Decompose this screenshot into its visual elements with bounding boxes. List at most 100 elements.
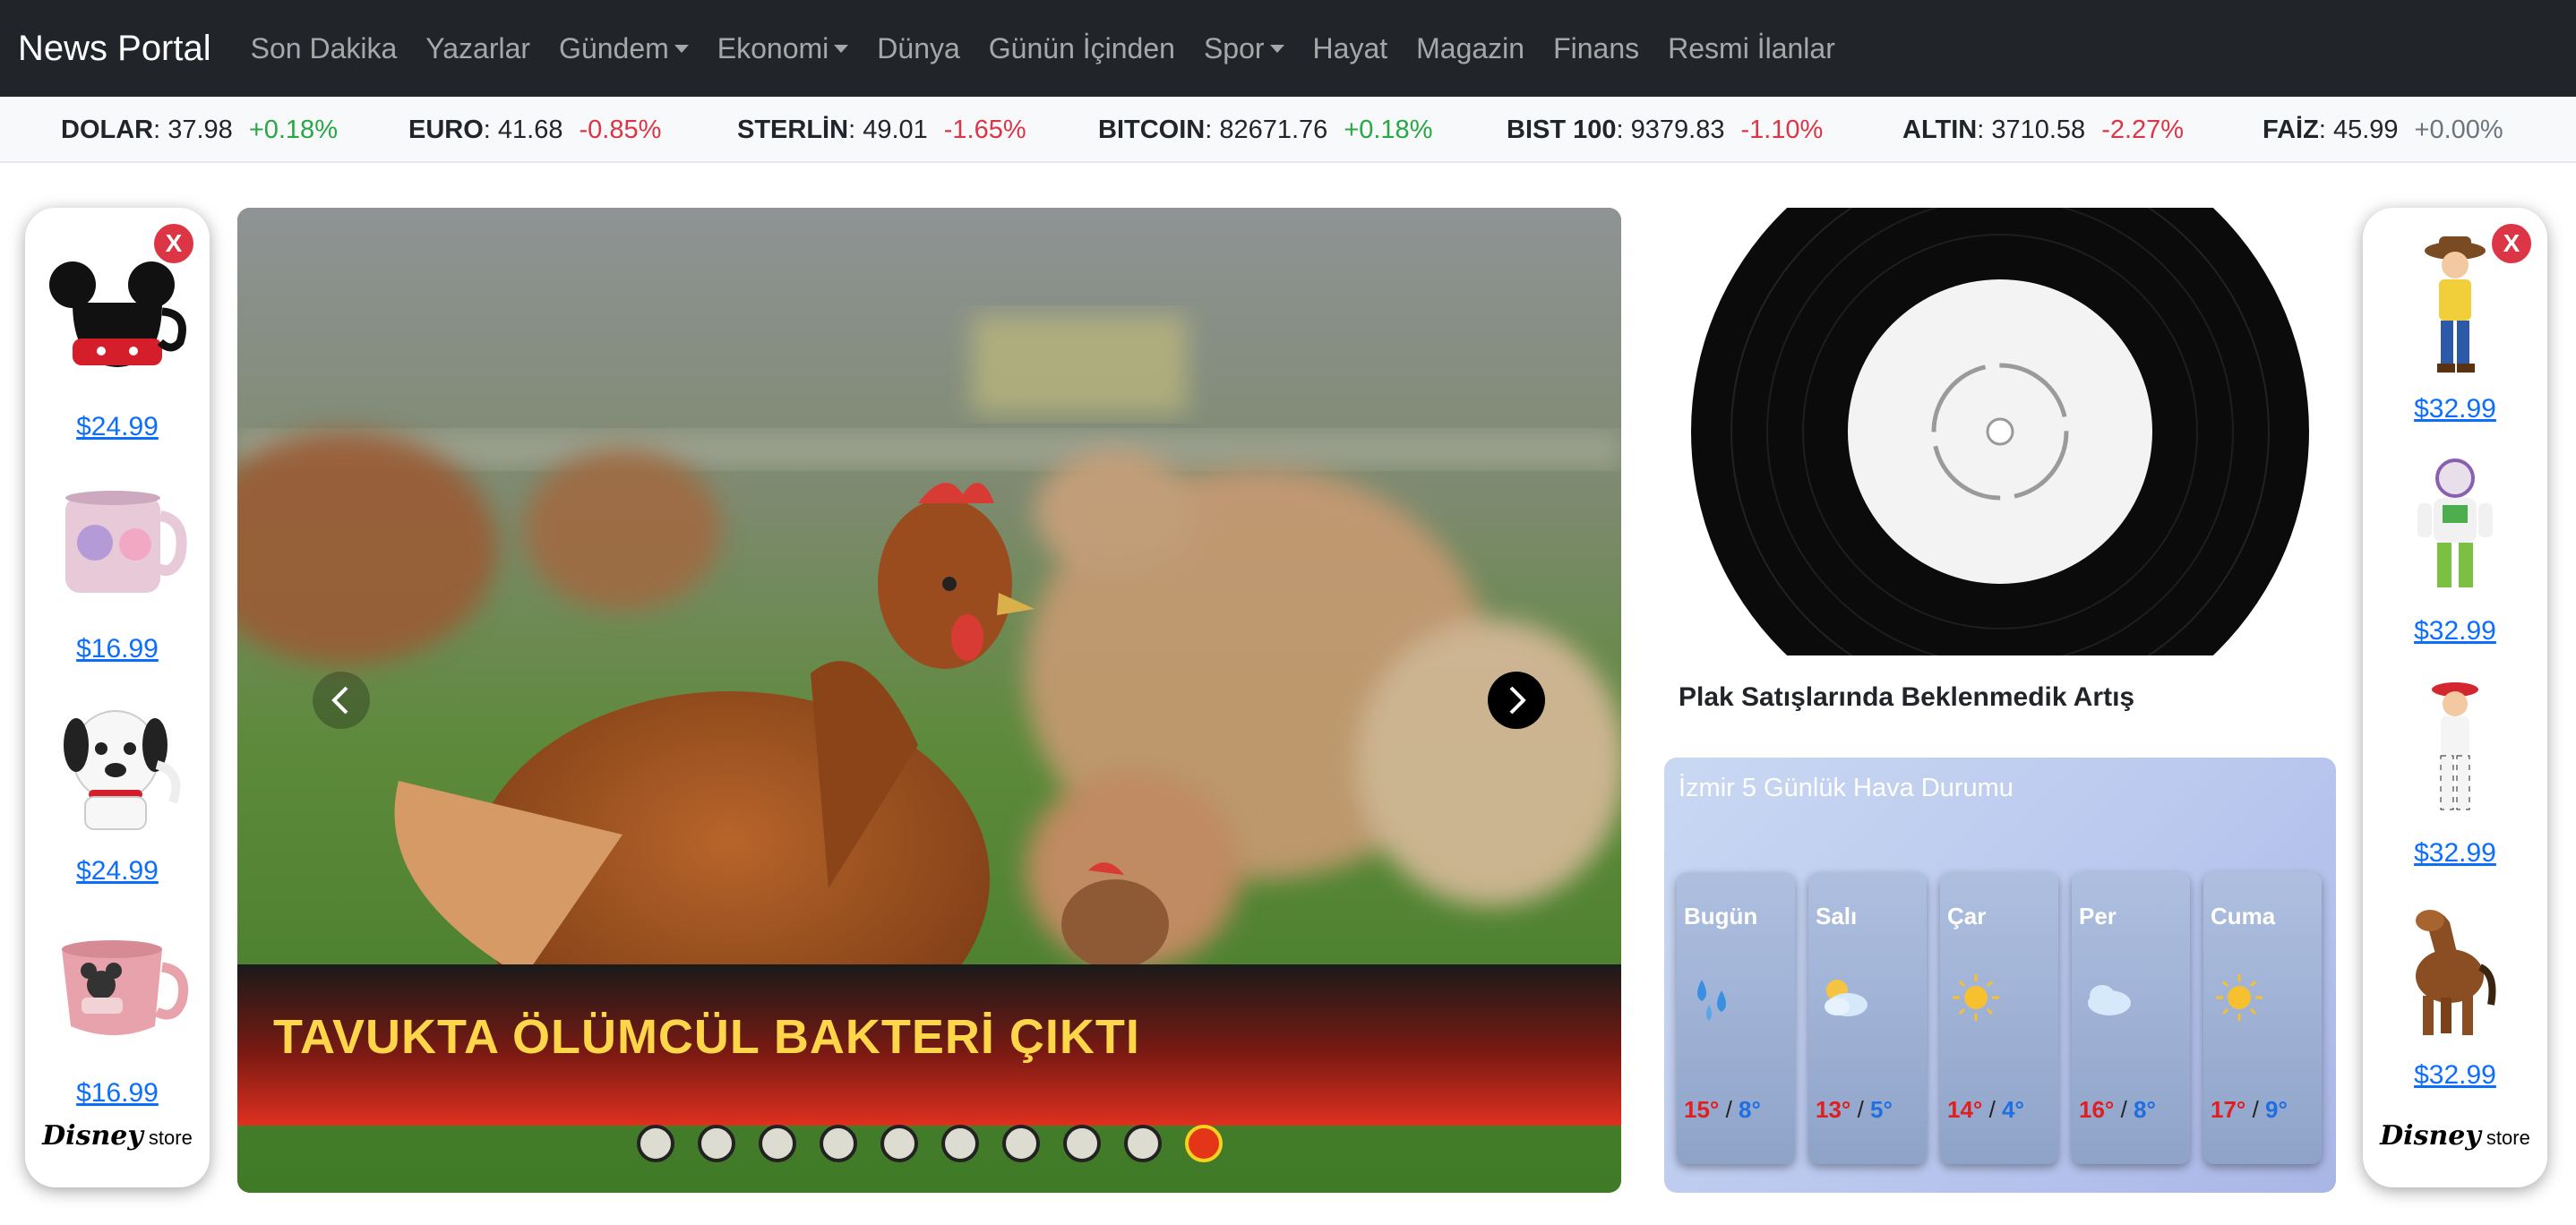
feature-headline[interactable]: Plak Satışlarında Beklenmedik Artış	[1679, 682, 2134, 713]
ticker-change: +0.18%	[248, 115, 338, 144]
ticker-value: 49.01	[863, 115, 928, 144]
carousel-caption-bar[interactable]: TAVUKTA ÖLÜMCÜL BAKTERİ ÇIKTI	[237, 964, 1621, 1126]
carousel-indicator-dot[interactable]	[758, 1125, 796, 1162]
ad-product[interactable]: $24.99	[25, 693, 210, 887]
temp-separator: /	[2120, 1096, 2127, 1123]
ad-price-link[interactable]: $24.99	[25, 412, 210, 442]
disney-store-logo[interactable]: Disney store	[25, 1120, 210, 1152]
nav-spor-dropdown[interactable]: Spor	[1204, 32, 1284, 65]
buzz-figure-icon[interactable]	[2383, 453, 2527, 596]
sun-icon	[1953, 974, 1999, 1021]
weather-day-name: Cuma	[2211, 903, 2276, 929]
brand-word: Disney	[42, 1120, 143, 1152]
bullseye-figure-icon[interactable]	[2383, 897, 2527, 1041]
feature-card[interactable]: Plak Satışlarında Beklenmedik Artış	[1664, 208, 2336, 736]
ad-price-link[interactable]: $16.99	[25, 634, 210, 664]
temp-high: 17°	[2211, 1096, 2246, 1123]
minnie-mug-icon[interactable]	[46, 915, 189, 1058]
carousel-indicator-dot[interactable]	[1184, 1125, 1223, 1162]
weather-day-card[interactable]: Per 16° / 8°	[2072, 872, 2190, 1164]
chevron-left-icon	[331, 686, 348, 715]
market-ticker: DOLAR: 37.98 +0.18% EURO: 41.68 -0.85% STE…	[0, 97, 2576, 163]
ad-price-link[interactable]: $24.99	[25, 856, 210, 887]
nav-resmi-ilanlar[interactable]: Resmi İlanlar	[1668, 32, 1835, 65]
ticker-change: -0.85%	[579, 115, 662, 144]
temp-separator: /	[1857, 1096, 1864, 1123]
ticker-name: DOLAR	[61, 115, 154, 144]
carousel-next-button[interactable]	[1488, 672, 1545, 729]
carousel-indicator-dot[interactable]	[1001, 1125, 1040, 1162]
ad-product[interactable]: $32.99	[2363, 675, 2547, 869]
left-ad-banner[interactable]: X $24.99 $16.99 $24.99 $16.99 Disney sto…	[25, 208, 210, 1187]
weather-temps: 17° / 9°	[2211, 1096, 2288, 1124]
nav-yazarlar[interactable]: Yazarlar	[425, 32, 530, 65]
nav-gunun-icinden[interactable]: Günün İçinden	[989, 32, 1175, 65]
ad-price-link[interactable]: $16.99	[25, 1078, 210, 1109]
ad-product[interactable]: $16.99	[25, 915, 210, 1109]
ad-product[interactable]: $16.99	[25, 471, 210, 664]
ticker-value: 41.68	[497, 115, 563, 144]
carousel-prev-button[interactable]	[313, 672, 370, 729]
ad-price-link[interactable]: $32.99	[2363, 616, 2547, 647]
jessie-figure-icon[interactable]	[2383, 675, 2527, 818]
carousel-indicator-dot[interactable]	[636, 1125, 674, 1162]
ticker-change: +0.18%	[1344, 115, 1433, 144]
caret-down-icon	[834, 44, 849, 53]
ad-product[interactable]: $32.99	[2363, 453, 2547, 647]
navbar: News Portal Son Dakika Yazarlar Gündem E…	[0, 0, 2576, 97]
weather-day-card[interactable]: Salı 13° / 5°	[1808, 872, 1927, 1164]
weather-day-card[interactable]: Cuma 17° / 9°	[2203, 872, 2322, 1164]
carousel-indicator-dot[interactable]	[697, 1125, 735, 1162]
ticker-item-euro: EURO: 41.68 -0.85%	[408, 115, 662, 144]
sun-icon	[2216, 974, 2263, 1021]
ad-price-link[interactable]: $32.99	[2363, 1060, 2547, 1091]
cloud-sun-icon	[1825, 980, 1868, 1016]
temp-low: 9°	[2265, 1096, 2288, 1123]
ticker-name: STERLİN	[737, 115, 849, 144]
weather-temps: 14° / 4°	[1947, 1096, 2024, 1124]
ad-product[interactable]: $32.99	[2363, 231, 2547, 424]
nav-label: Günün İçinden	[988, 31, 1175, 64]
ad-price-link[interactable]: $32.99	[2363, 838, 2547, 869]
nav-ekonomi-dropdown[interactable]: Ekonomi	[717, 32, 849, 65]
dalmatian-mug-icon[interactable]	[46, 693, 189, 836]
weather-day-card[interactable]: Bugün 15° / 8°	[1677, 872, 1795, 1164]
vinyl-record-image[interactable]	[1664, 208, 2336, 655]
nav-finans[interactable]: Finans	[1553, 32, 1639, 65]
ad-product[interactable]: $24.99	[25, 249, 210, 442]
nav-gundem-dropdown[interactable]: Gündem	[559, 32, 689, 65]
carousel-indicator-dot[interactable]	[1123, 1125, 1162, 1162]
temp-separator: /	[1725, 1096, 1732, 1123]
ad-price-link[interactable]: $32.99	[2363, 394, 2547, 424]
nav-son-dakika[interactable]: Son Dakika	[251, 32, 398, 65]
mickey-mug-icon[interactable]	[46, 249, 189, 392]
carousel-indicator-dot[interactable]	[819, 1125, 857, 1162]
right-ad-banner[interactable]: X $32.99 $32.99 $32.99 $32.99 Disney sto…	[2363, 208, 2547, 1187]
caret-down-icon	[1269, 44, 1284, 53]
nav-magazin[interactable]: Magazin	[1416, 32, 1524, 65]
nav-label: Yazarlar	[425, 31, 531, 64]
brand-suffix: store	[2486, 1126, 2530, 1149]
ticker-name: BIST 100	[1507, 115, 1617, 144]
ticker-item-altin: ALTIN: 3710.58 -2.27%	[1902, 115, 2185, 144]
carousel-headline[interactable]: TAVUKTA ÖLÜMCÜL BAKTERİ ÇIKTI	[273, 1009, 1140, 1065]
ad-product[interactable]: $32.99	[2363, 897, 2547, 1091]
carousel-indicator-dot[interactable]	[940, 1125, 979, 1162]
nav-label: Gündem	[559, 31, 669, 64]
disney-store-logo[interactable]: Disney store	[2363, 1120, 2547, 1152]
temp-high: 15°	[1684, 1096, 1720, 1123]
woody-figure-icon[interactable]	[2383, 231, 2527, 374]
news-carousel[interactable]: TAVUKTA ÖLÜMCÜL BAKTERİ ÇIKTI	[237, 208, 1621, 1193]
nav-hayat[interactable]: Hayat	[1313, 32, 1388, 65]
pink-mug-icon[interactable]	[46, 471, 189, 614]
carousel-indicator-dot[interactable]	[1062, 1125, 1101, 1162]
nav-label: Spor	[1203, 31, 1265, 64]
ticker-name: FAİZ	[2263, 115, 2319, 144]
brand-logo[interactable]: News Portal	[18, 29, 211, 69]
weather-temps: 15° / 8°	[1684, 1096, 1761, 1124]
ticker-value: 37.98	[167, 115, 233, 144]
nav-dunya[interactable]: Dünya	[877, 32, 960, 65]
weather-day-card[interactable]: Çar 14° / 4°	[1940, 872, 2058, 1164]
carousel-indicator-dot[interactable]	[880, 1125, 918, 1162]
ticker-value: 45.99	[2332, 115, 2399, 144]
